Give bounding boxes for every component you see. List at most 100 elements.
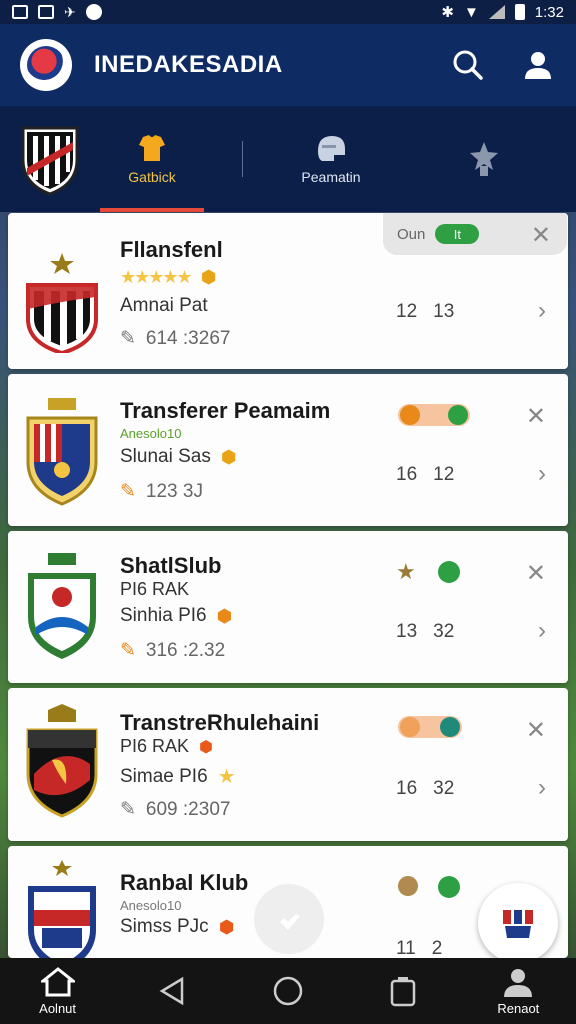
badge-icon: ⬢ — [220, 446, 237, 467]
club-crest-tab[interactable] — [0, 106, 100, 212]
pill-toggle[interactable]: It — [435, 224, 480, 244]
club-stat-row: ✎ 316 :2.32 — [120, 639, 225, 662]
favorite-toggle[interactable] — [398, 404, 470, 426]
club-card[interactable]: Fllansfenl ★★★★★ ⬢ Amnai Pat ✎ 614 :3267… — [8, 213, 568, 369]
pencil-icon: ✎ — [120, 481, 136, 502]
tab-label: Peamatin — [301, 169, 361, 185]
favorite-toggle[interactable] — [398, 716, 462, 738]
chevron-right-icon[interactable]: › — [538, 460, 546, 488]
club-name: Fllansfenl — [120, 237, 223, 262]
club-card[interactable]: TranstreRhulehaini PI6 RAK ⬢ Simae PI6 ★… — [8, 688, 568, 841]
wifi-icon: ▼ — [463, 3, 479, 21]
search-button[interactable] — [450, 47, 486, 83]
club-stat: 614 :3267 — [145, 327, 231, 349]
club-stat: 123 3J — [145, 480, 203, 502]
club-name: ShatlSlub — [120, 553, 222, 578]
status-pill[interactable]: Oun It ✕ — [383, 213, 567, 255]
tab-label: Gatbick — [128, 169, 176, 185]
club-card[interactable]: Transferer Peamaim Anesolo10 Slunai Sas … — [8, 374, 568, 526]
check-badge-icon[interactable] — [438, 876, 460, 898]
club-name: Ranbal Klub — [120, 870, 249, 895]
club-numbers: 12 13 — [396, 301, 454, 323]
hand-icon — [280, 914, 300, 930]
app-title: INEDAKESADIA — [94, 51, 283, 78]
club-meta-row: Simss PJc ⬢ — [120, 916, 234, 938]
club-meta-row: Simae PI6 ★ — [120, 764, 236, 789]
app-bar: INEDAKESADIA — [0, 24, 576, 106]
helmet-icon — [318, 136, 345, 161]
profile-button[interactable] — [520, 47, 556, 83]
club-sub: Anesolo10 — [120, 898, 182, 913]
club-stat-row: ✎ 609 :2307 — [120, 798, 230, 821]
crest-icon — [21, 126, 79, 196]
club-sub: PI6 RAK — [120, 736, 190, 756]
jersey-icon — [139, 135, 165, 161]
pencil-icon: ✎ — [120, 640, 136, 661]
club-sub: PI6 RAK — [120, 579, 190, 599]
nav-home-label: Aolnut — [39, 1000, 77, 1016]
check-badge-icon[interactable] — [438, 561, 460, 583]
club-stat-row: ✎ 123 3J — [120, 480, 203, 503]
pencil-icon: ✎ — [120, 328, 136, 349]
battery-icon — [514, 4, 525, 20]
trophy-icon — [470, 142, 498, 176]
app-logo[interactable] — [20, 39, 72, 91]
club-crest-icon — [26, 704, 98, 818]
num-b: 32 — [433, 621, 455, 642]
search-icon — [453, 50, 483, 80]
badge-icon: ⬢ — [218, 916, 235, 937]
nav-recents[interactable] — [358, 975, 448, 1007]
club-meta: Slunai Sas — [120, 446, 211, 467]
chevron-right-icon[interactable]: › — [538, 617, 546, 645]
club-numbers: 16 32 — [396, 778, 454, 800]
close-icon[interactable]: ✕ — [526, 716, 546, 745]
club-stat: 316 :2.32 — [145, 639, 226, 661]
num-b: 13 — [433, 301, 455, 322]
chevron-right-icon[interactable]: › — [538, 297, 546, 325]
close-icon[interactable]: ✕ — [526, 402, 546, 431]
num-a: 13 — [396, 621, 418, 642]
club-crest-icon — [26, 253, 98, 353]
num-b: 12 — [433, 464, 455, 485]
gallery-icon — [12, 5, 28, 19]
club-card[interactable]: ShatlSlub PI6 RAK Sinhia PI6 ⬢ ✎ 316 :2.… — [8, 531, 568, 683]
club-name: Transferer Peamaim — [120, 398, 331, 423]
nav-back[interactable] — [128, 976, 218, 1006]
nav-home-circle[interactable] — [243, 975, 333, 1007]
num-b: 32 — [433, 778, 455, 799]
club-meta: Simae PI6 — [120, 765, 208, 787]
club-name: TranstreRhulehaini — [120, 710, 320, 735]
team-fab[interactable] — [478, 883, 558, 963]
club-crest-icon — [28, 860, 96, 958]
pencil-icon: ✎ — [120, 799, 136, 820]
close-icon[interactable]: ✕ — [526, 559, 546, 588]
close-icon[interactable]: ✕ — [531, 221, 551, 250]
check-badge-icon — [448, 405, 468, 425]
tab-trophy[interactable] — [429, 106, 539, 212]
add-icon — [400, 717, 420, 737]
bluetooth-icon: ✱ — [441, 4, 454, 21]
club-sub: Anesolo10 — [120, 426, 182, 441]
club-crest-icon — [28, 553, 96, 659]
status-time: 1:32 — [534, 3, 564, 21]
kit-icon — [503, 910, 533, 938]
club-meta-row: Sinhia PI6 ⬢ — [120, 605, 232, 627]
rating-row: ★★★★★ ⬢ — [120, 267, 216, 288]
chevron-right-icon[interactable]: › — [538, 774, 546, 802]
nav-home[interactable]: Aolnut — [13, 966, 103, 1016]
star-icon[interactable]: ★ — [396, 559, 416, 585]
nav-account[interactable]: Renaot — [473, 967, 563, 1016]
circle-home-icon — [273, 976, 303, 1006]
signal-icon — [488, 5, 505, 19]
club-numbers: 11 2 — [396, 938, 442, 958]
club-meta: Sinhia PI6 — [120, 605, 207, 626]
nav-account-label: Renaot — [497, 1000, 540, 1016]
tab-peamatin[interactable]: Peamatin — [243, 106, 419, 212]
tab-gatbick[interactable]: Gatbick — [100, 106, 204, 212]
tab-bar: Gatbick Peamatin — [0, 106, 576, 212]
num-a: 16 — [396, 778, 418, 799]
flower-icon[interactable] — [398, 876, 418, 896]
bottom-nav: Aolnut Renaot — [0, 958, 576, 1024]
scroll-fab[interactable] — [254, 884, 324, 954]
phoenix-logo-icon — [27, 46, 65, 84]
